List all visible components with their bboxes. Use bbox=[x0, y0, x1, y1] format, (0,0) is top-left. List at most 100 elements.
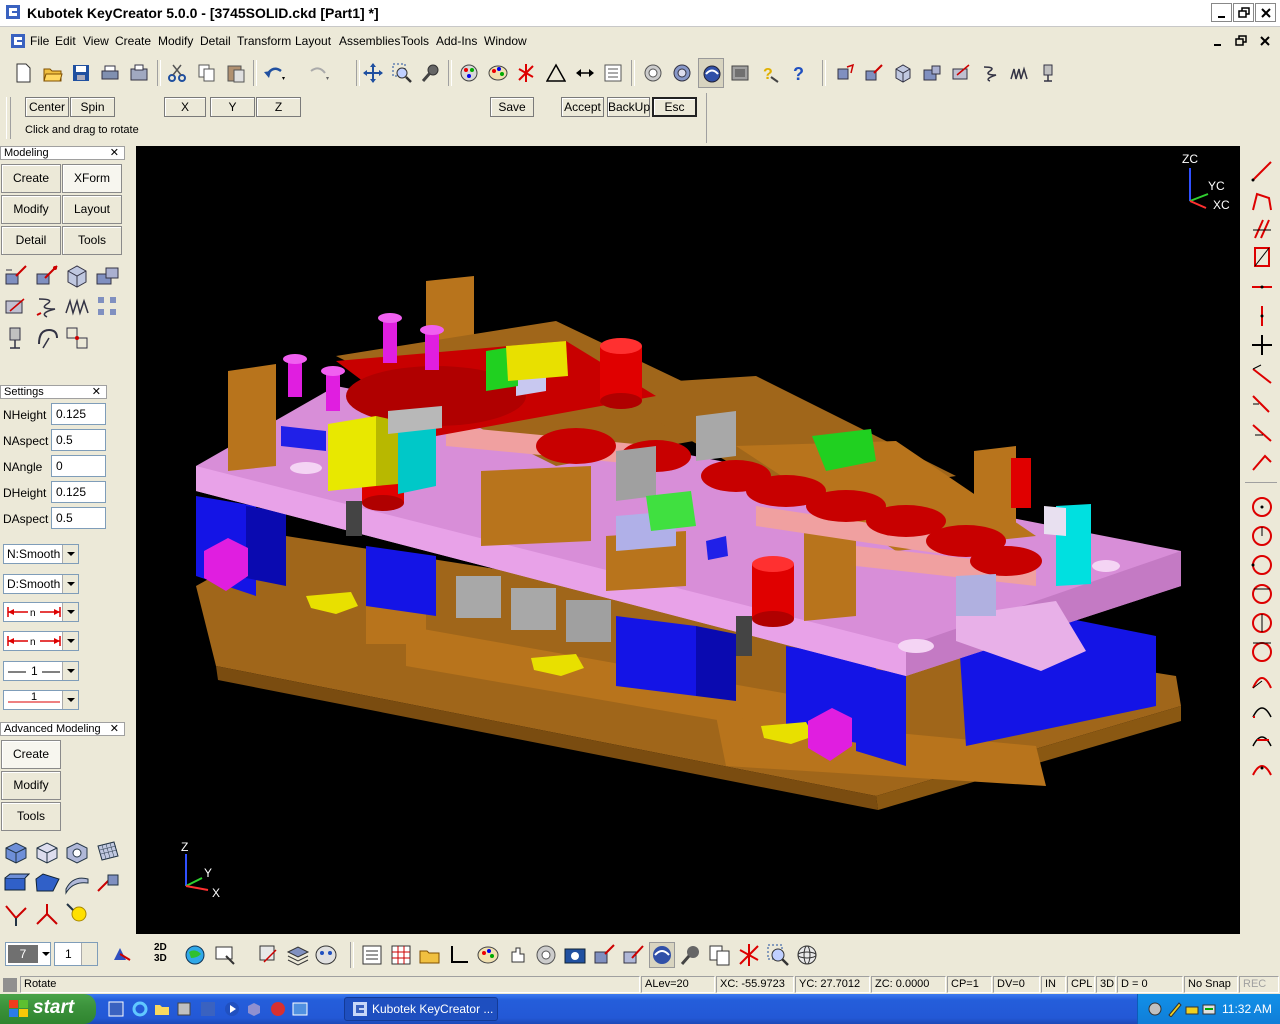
solid-feature-2-button[interactable] bbox=[620, 942, 646, 968]
advanced-tools-button[interactable]: Tools bbox=[1, 802, 61, 831]
chevron-down-icon[interactable] bbox=[62, 545, 78, 563]
menu-view[interactable]: View bbox=[83, 34, 109, 48]
tray-printer-icon[interactable] bbox=[1184, 1001, 1200, 1017]
vertex-icon[interactable] bbox=[33, 900, 61, 928]
chevron-down-icon[interactable] bbox=[62, 691, 78, 709]
escape-button[interactable]: Esc bbox=[652, 97, 697, 117]
xform-scale-icon[interactable] bbox=[94, 262, 122, 290]
menu-add-ins[interactable]: Add-Ins bbox=[436, 34, 477, 48]
line-weight-dropdown[interactable]: 1 bbox=[3, 690, 79, 710]
menu-modify[interactable]: Modify bbox=[158, 34, 193, 48]
view-orient-button[interactable] bbox=[108, 942, 134, 968]
display-mask-button[interactable] bbox=[313, 942, 339, 968]
daspect-input[interactable]: 0.5 bbox=[51, 507, 106, 529]
tab-detail[interactable]: Detail bbox=[1, 226, 61, 255]
rotate-view-button[interactable] bbox=[649, 942, 675, 968]
horizontal-line-icon[interactable] bbox=[1249, 274, 1275, 300]
trim-entity-button[interactable] bbox=[736, 942, 762, 968]
bisect-line-icon[interactable] bbox=[1249, 448, 1275, 474]
solid-tool-6-button[interactable] bbox=[977, 58, 1003, 88]
document-icon[interactable] bbox=[11, 34, 25, 48]
menu-window[interactable]: Window bbox=[484, 34, 527, 48]
nsmooth-dropdown[interactable]: N:Smooth bbox=[3, 544, 79, 564]
solid-tool-4-button[interactable] bbox=[919, 58, 945, 88]
save-file-button[interactable] bbox=[68, 58, 94, 88]
block-solid-icon[interactable] bbox=[2, 838, 30, 866]
close-icon[interactable]: ✕ bbox=[110, 723, 119, 735]
line-parallel-icon[interactable] bbox=[1249, 216, 1275, 242]
rectangle-icon[interactable] bbox=[1249, 244, 1275, 270]
chevron-down-icon[interactable] bbox=[62, 632, 78, 650]
dim-arrow-style-dropdown[interactable]: n bbox=[3, 602, 79, 622]
perpendicular-line-icon[interactable] bbox=[1249, 419, 1275, 445]
tray-pen-icon[interactable] bbox=[1167, 1001, 1183, 1017]
mdi-minimize-button[interactable] bbox=[1207, 31, 1229, 52]
layer-dropdown[interactable]: 1 bbox=[54, 942, 98, 966]
vertical-line-icon[interactable] bbox=[1249, 303, 1275, 329]
list-button[interactable] bbox=[600, 58, 626, 88]
nheight-input[interactable]: 0.125 bbox=[51, 403, 106, 425]
dsmooth-dropdown[interactable]: D:Smooth bbox=[3, 574, 79, 594]
xform-move-icon[interactable] bbox=[2, 262, 30, 290]
viewport-select-button[interactable] bbox=[212, 942, 238, 968]
explorer-folder-icon[interactable] bbox=[154, 1001, 170, 1017]
trim-button[interactable] bbox=[513, 58, 539, 88]
arc-tangent-icon[interactable] bbox=[1249, 726, 1275, 752]
quicklaunch-app-icon[interactable] bbox=[108, 1001, 124, 1017]
center-button[interactable]: Center bbox=[25, 97, 69, 117]
menu-layout[interactable]: Layout bbox=[295, 34, 331, 48]
solid-tool-2-button[interactable] bbox=[861, 58, 887, 88]
solid-tool-1-button[interactable] bbox=[832, 58, 858, 88]
redo-button[interactable] bbox=[304, 58, 330, 88]
quicklaunch-red-icon[interactable] bbox=[270, 1001, 286, 1017]
undo-button[interactable] bbox=[260, 58, 286, 88]
advanced-create-button[interactable]: Create bbox=[1, 740, 61, 769]
x-axis-button[interactable]: X bbox=[164, 97, 206, 117]
save-view-button[interactable]: Save bbox=[490, 97, 534, 117]
taskbar-keycreator-item[interactable]: Kubotek KeyCreator ... bbox=[344, 997, 498, 1021]
cut-button[interactable] bbox=[164, 58, 190, 88]
circle-tan-line-icon[interactable] bbox=[1249, 639, 1275, 665]
advanced-modify-button[interactable]: Modify bbox=[1, 771, 61, 800]
chevron-down-icon[interactable] bbox=[42, 952, 50, 956]
solid-feature-1-button[interactable] bbox=[591, 942, 617, 968]
backup-button[interactable]: BackUp bbox=[607, 97, 650, 117]
bend-button[interactable] bbox=[446, 942, 472, 968]
xform-box-icon[interactable] bbox=[63, 262, 91, 290]
chevron-down-icon[interactable] bbox=[62, 662, 78, 680]
mesh-solid-icon[interactable] bbox=[94, 838, 122, 866]
angled-line-icon[interactable] bbox=[1249, 361, 1275, 387]
color-palette-button[interactable] bbox=[485, 58, 511, 88]
list-entities-button[interactable] bbox=[359, 942, 385, 968]
accept-button[interactable]: Accept bbox=[561, 97, 604, 117]
mdi-restore-button[interactable] bbox=[1230, 31, 1252, 52]
graphics-viewport[interactable]: ZC YC XC Z Y X bbox=[136, 146, 1240, 934]
polyline-icon[interactable] bbox=[1249, 188, 1275, 214]
zoom-extents-button[interactable] bbox=[765, 942, 791, 968]
help-button[interactable]: ? bbox=[785, 58, 811, 88]
mdi-close-button[interactable] bbox=[1254, 31, 1276, 52]
nangle-input[interactable]: 0 bbox=[51, 455, 106, 477]
print-button[interactable] bbox=[97, 58, 123, 88]
quicklaunch-disk-icon[interactable] bbox=[176, 1001, 192, 1017]
chevron-down-icon[interactable] bbox=[62, 603, 78, 621]
minimize-button[interactable] bbox=[1211, 3, 1232, 22]
layers-button[interactable] bbox=[456, 58, 482, 88]
extrude-icon[interactable] bbox=[2, 869, 30, 897]
list-props-button[interactable] bbox=[707, 942, 733, 968]
tab-create[interactable]: Create bbox=[1, 164, 61, 193]
y-axis-button[interactable]: Y bbox=[210, 97, 255, 117]
measure-distance-button[interactable] bbox=[572, 58, 598, 88]
menu-tools[interactable]: Tools bbox=[401, 34, 429, 48]
tab-modify[interactable]: Modify bbox=[1, 195, 61, 224]
z-axis-button[interactable]: Z bbox=[256, 97, 301, 117]
circle-center-icon[interactable] bbox=[1249, 494, 1275, 520]
arc-fillet-icon[interactable] bbox=[1249, 755, 1275, 781]
xform-align-icon[interactable] bbox=[63, 324, 91, 352]
pan-button[interactable] bbox=[360, 58, 386, 88]
menu-assemblies[interactable]: Assemblies bbox=[339, 34, 400, 48]
coil-icon[interactable] bbox=[63, 293, 91, 321]
zoom-window-button[interactable] bbox=[389, 58, 415, 88]
arc-3pt-icon[interactable] bbox=[1249, 668, 1275, 694]
line-style-dropdown[interactable]: 1 bbox=[3, 661, 79, 681]
